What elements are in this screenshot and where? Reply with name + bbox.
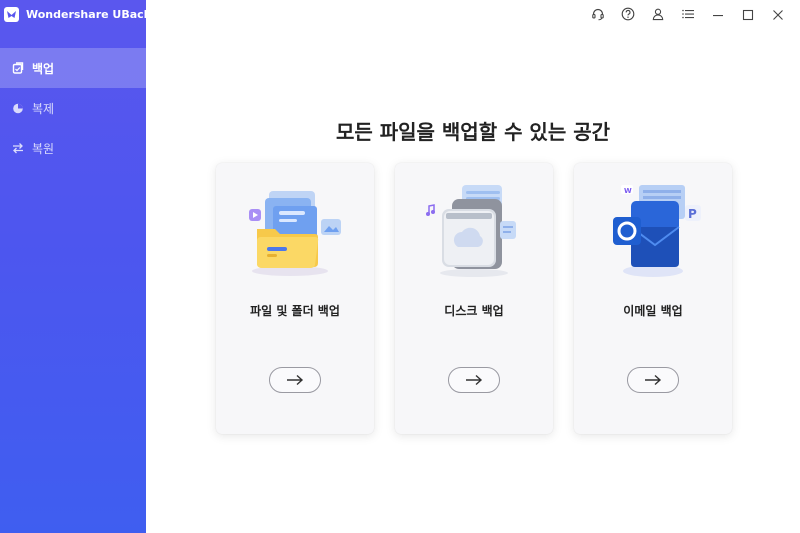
svg-text:W: W	[624, 187, 632, 195]
disk-backup-button[interactable]	[448, 367, 500, 393]
sidebar-item-label: 백업	[32, 61, 55, 76]
support-button[interactable]	[584, 5, 612, 25]
menu-icon	[681, 6, 695, 25]
sidebar: Wondershare UBackit 백업 복제 복원	[0, 0, 160, 533]
page-title: 모든 파일을 백업할 수 있는 공간	[335, 120, 610, 144]
sidebar-item-backup[interactable]: 백업	[0, 48, 146, 88]
maximize-icon	[742, 6, 754, 25]
svg-text:P: P	[688, 207, 697, 221]
clone-icon	[12, 102, 24, 114]
minimize-icon	[712, 6, 724, 25]
email-backup-card[interactable]: W P 이메일 백업	[574, 163, 732, 434]
account-button[interactable]	[644, 5, 672, 25]
card-label: 파일 및 폴더 백업	[250, 304, 340, 318]
ubackit-logo-icon	[4, 6, 19, 22]
titlebar-controls	[584, 5, 792, 25]
arrow-right-icon	[285, 371, 305, 390]
sidebar-item-restore[interactable]: 복원	[0, 128, 146, 168]
backup-icon	[12, 62, 24, 74]
brand: Wondershare UBackit	[4, 4, 160, 24]
close-button[interactable]	[764, 5, 792, 25]
menu-button[interactable]	[674, 5, 702, 25]
minimize-button[interactable]	[704, 5, 732, 25]
outlook-illustration-icon: W P	[593, 181, 713, 281]
help-icon	[621, 6, 635, 25]
folder-illustration-icon	[235, 181, 355, 281]
sidebar-nav: 백업 복제 복원	[0, 48, 146, 168]
card-label: 이메일 백업	[623, 304, 683, 318]
user-icon	[651, 6, 665, 25]
email-backup-button[interactable]	[627, 367, 679, 393]
sidebar-item-label: 복원	[32, 141, 55, 156]
app-title: Wondershare UBackit	[26, 7, 161, 21]
card-label: 디스크 백업	[444, 304, 504, 318]
arrow-right-icon	[643, 371, 663, 390]
file-folder-backup-button[interactable]	[269, 367, 321, 393]
sidebar-item-label: 복제	[32, 101, 55, 116]
restore-icon	[12, 142, 24, 154]
help-button[interactable]	[614, 5, 642, 25]
disk-backup-card[interactable]: 디스크 백업	[395, 163, 553, 434]
headset-icon	[591, 6, 605, 25]
file-folder-backup-card[interactable]: 파일 및 폴더 백업	[216, 163, 374, 434]
arrow-right-icon	[464, 371, 484, 390]
disk-illustration-icon	[414, 181, 534, 281]
sidebar-item-clone[interactable]: 복제	[0, 88, 146, 128]
maximize-button[interactable]	[734, 5, 762, 25]
close-icon	[772, 6, 784, 25]
